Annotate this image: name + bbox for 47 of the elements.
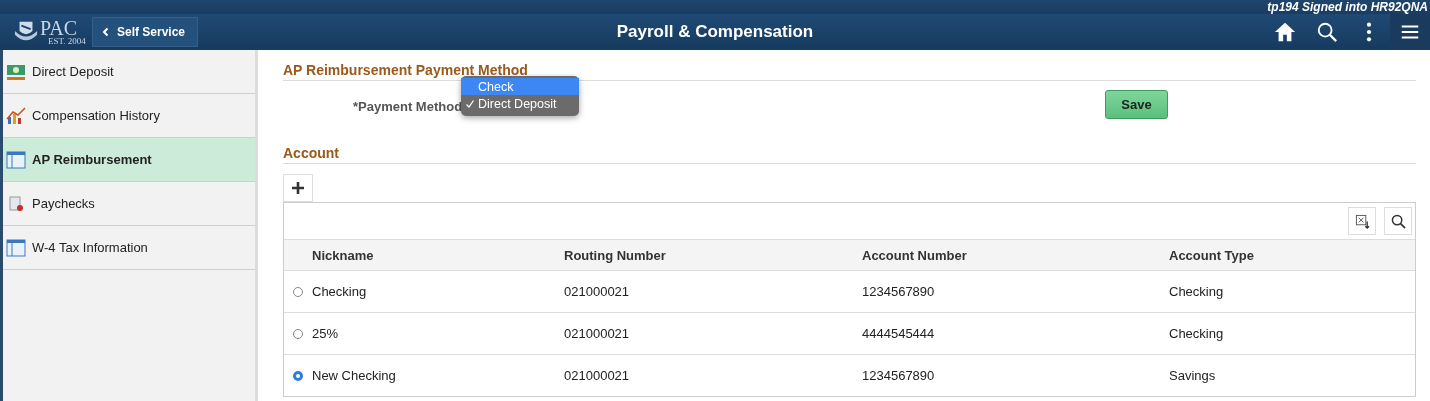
radio-button[interactable] bbox=[293, 370, 303, 381]
table-cell-text: Savings bbox=[1169, 368, 1217, 383]
page-title: Payroll & Compensation bbox=[615, 22, 815, 42]
search-icon bbox=[1390, 213, 1406, 229]
column-header: Account Type bbox=[1169, 247, 1255, 263]
table-cell-text: 1234567890 bbox=[862, 284, 936, 299]
table-cell-text: 021000021 bbox=[564, 368, 631, 383]
sidebar-item[interactable]: AP Reimbursement bbox=[3, 138, 255, 182]
table-cell-text: Checking bbox=[1169, 284, 1225, 299]
home-icon[interactable] bbox=[1274, 21, 1296, 43]
chart-icon bbox=[6, 106, 26, 125]
search-icon[interactable] bbox=[1316, 21, 1338, 43]
radio-button[interactable] bbox=[293, 328, 303, 339]
money-icon bbox=[6, 62, 26, 81]
plus-icon bbox=[291, 181, 305, 195]
export-button[interactable] bbox=[1348, 207, 1376, 235]
checkmark-icon bbox=[465, 98, 475, 109]
field-label: *Payment Method bbox=[353, 98, 463, 114]
table-cell-text: 25% bbox=[312, 326, 340, 341]
table-cell-text: 1234567890 bbox=[862, 368, 936, 383]
chevron-left-icon bbox=[101, 27, 111, 37]
section-title: Account bbox=[283, 145, 1416, 164]
window-icon bbox=[6, 150, 26, 169]
table-cell-text: New Checking bbox=[312, 368, 397, 383]
logo: PAC EST. 2004 bbox=[12, 18, 88, 46]
table-cell-text: 4444545444 bbox=[862, 326, 936, 341]
window-icon bbox=[6, 238, 26, 257]
column-header: Account Number bbox=[862, 247, 968, 263]
sidebar-item[interactable]: Direct Deposit bbox=[3, 50, 255, 94]
column-header: Nickname bbox=[312, 247, 375, 263]
dropdown-option[interactable]: Check bbox=[461, 78, 579, 95]
table-cell-text: 021000021 bbox=[564, 284, 631, 299]
save-button[interactable]: Save bbox=[1105, 90, 1168, 119]
sidebar-item[interactable]: W-4 Tax Information bbox=[3, 226, 255, 270]
search-button[interactable] bbox=[1384, 207, 1412, 235]
table-cell-text: Checking bbox=[1169, 326, 1225, 341]
dropdown-option[interactable]: Direct Deposit bbox=[461, 95, 579, 112]
export-icon bbox=[1354, 213, 1370, 229]
add-button[interactable] bbox=[283, 174, 313, 202]
radio-button[interactable] bbox=[293, 286, 303, 297]
signed-in-text: tp194 Signed into HR92QNA bbox=[1267, 0, 1428, 14]
document-icon bbox=[6, 194, 26, 213]
table-cell-text: 021000021 bbox=[564, 326, 631, 341]
back-button[interactable]: Self Service bbox=[92, 17, 198, 47]
sidebar-item[interactable]: Paychecks bbox=[3, 182, 255, 226]
column-header: Routing Number bbox=[564, 247, 667, 263]
table-cell-text: Checking bbox=[312, 284, 368, 299]
